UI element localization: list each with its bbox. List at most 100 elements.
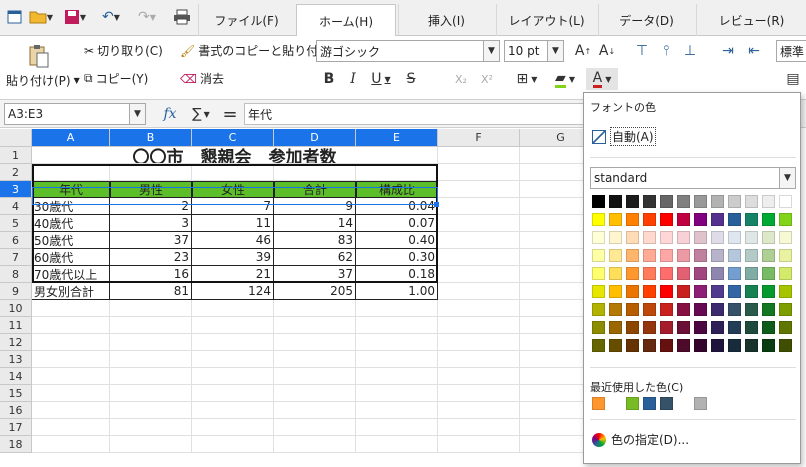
color-swatch[interactable] [779,213,792,226]
cell[interactable] [438,283,520,300]
column-header-a[interactable]: A [32,129,110,147]
chevron-down-icon[interactable]: ▼ [779,168,795,188]
table-header-cell[interactable]: 男性 [110,181,192,198]
color-swatch[interactable] [728,267,741,280]
color-swatch[interactable] [779,249,792,262]
cell[interactable] [274,436,356,453]
color-swatch[interactable] [643,213,656,226]
row-header-17[interactable]: 17 [0,419,32,436]
color-swatch[interactable] [643,231,656,244]
color-swatch[interactable] [762,303,775,316]
color-swatch[interactable] [779,267,792,280]
cell[interactable] [356,300,438,317]
cell[interactable] [274,385,356,402]
color-swatch[interactable] [626,231,639,244]
cell[interactable] [192,351,274,368]
color-swatch[interactable] [711,195,724,208]
cell[interactable] [110,419,192,436]
cell[interactable] [32,164,110,181]
color-swatch[interactable] [609,249,622,262]
new-document-icon[interactable] [4,6,26,28]
cell[interactable] [274,334,356,351]
color-swatch[interactable] [694,213,707,226]
color-swatch[interactable] [643,285,656,298]
row-header-12[interactable]: 12 [0,334,32,351]
color-swatch[interactable] [643,339,656,352]
cell[interactable] [356,436,438,453]
color-swatch[interactable] [762,267,775,280]
cell[interactable] [32,368,110,385]
color-swatch[interactable] [711,249,724,262]
color-swatch[interactable] [660,231,673,244]
recent-color-swatch[interactable] [694,397,707,410]
align-bottom-icon[interactable]: ⊥ [680,40,700,62]
color-swatch[interactable] [643,321,656,334]
cell[interactable] [438,164,520,181]
cell[interactable] [274,164,356,181]
color-swatch[interactable] [643,267,656,280]
bold-icon[interactable]: B [318,68,340,90]
row-header-4[interactable]: 4 [0,198,32,215]
color-swatch[interactable] [728,195,741,208]
cell[interactable] [32,419,110,436]
cell[interactable] [274,300,356,317]
auto-color-button[interactable]: 自動(A) [592,127,656,146]
color-swatch[interactable] [745,339,758,352]
table-cell[interactable]: 62 [274,249,356,266]
color-swatch[interactable] [711,321,724,334]
cell[interactable] [356,419,438,436]
cell[interactable] [438,419,520,436]
color-swatch[interactable] [728,231,741,244]
tab-insert[interactable]: 挿入(I) [398,4,494,36]
color-swatch[interactable] [677,195,690,208]
column-header-f[interactable]: F [438,129,520,147]
paste-icon[interactable] [26,42,52,70]
color-swatch[interactable] [762,339,775,352]
color-swatch[interactable] [677,285,690,298]
row-header-2[interactable]: 2 [0,164,32,181]
align-top-icon[interactable]: ⊤ [632,40,652,62]
color-swatch[interactable] [660,321,673,334]
color-swatch[interactable] [626,339,639,352]
cell[interactable] [110,317,192,334]
cell[interactable] [32,402,110,419]
subscript-icon[interactable]: X₂ [450,68,472,90]
color-swatch[interactable] [745,321,758,334]
color-swatch[interactable] [728,321,741,334]
color-swatch[interactable] [592,267,605,280]
font-color-icon[interactable]: A ▼ [586,68,618,90]
color-swatch[interactable] [609,231,622,244]
tab-home[interactable]: ホーム(H) [296,4,396,37]
table-cell[interactable]: 83 [274,232,356,249]
color-swatch[interactable] [694,303,707,316]
row-header-13[interactable]: 13 [0,351,32,368]
cell[interactable] [274,317,356,334]
table-cell[interactable]: 男女別合計 [32,283,110,300]
color-swatch[interactable] [626,213,639,226]
recent-color-swatch[interactable] [643,397,656,410]
table-header-cell[interactable]: 年代 [32,181,110,198]
cell[interactable] [356,368,438,385]
cell[interactable] [438,368,520,385]
row-header-9[interactable]: 9 [0,283,32,300]
color-swatch[interactable] [660,195,673,208]
color-swatch[interactable] [728,303,741,316]
chevron-down-icon[interactable]: ▼ [483,41,499,61]
fill-handle[interactable] [434,202,439,207]
table-header-cell[interactable]: 女性 [192,181,274,198]
color-swatch[interactable] [762,249,775,262]
cell[interactable] [438,249,520,266]
color-swatch[interactable] [592,321,605,334]
cell[interactable] [192,300,274,317]
recent-color-swatch[interactable] [609,397,622,410]
styles-icon[interactable]: ▤ [780,68,806,90]
color-swatch[interactable] [626,195,639,208]
cell[interactable] [32,351,110,368]
row-header-14[interactable]: 14 [0,368,32,385]
clone-formatting-button[interactable]: 🖌 書式のコピーと貼り付け [180,42,330,59]
name-box[interactable]: A3:E3 ▼ [4,103,146,125]
font-name-combo[interactable]: 游ゴシック ▼ [316,40,500,62]
table-cell[interactable]: 3 [110,215,192,232]
color-swatch[interactable] [626,285,639,298]
table-cell[interactable]: 39 [192,249,274,266]
